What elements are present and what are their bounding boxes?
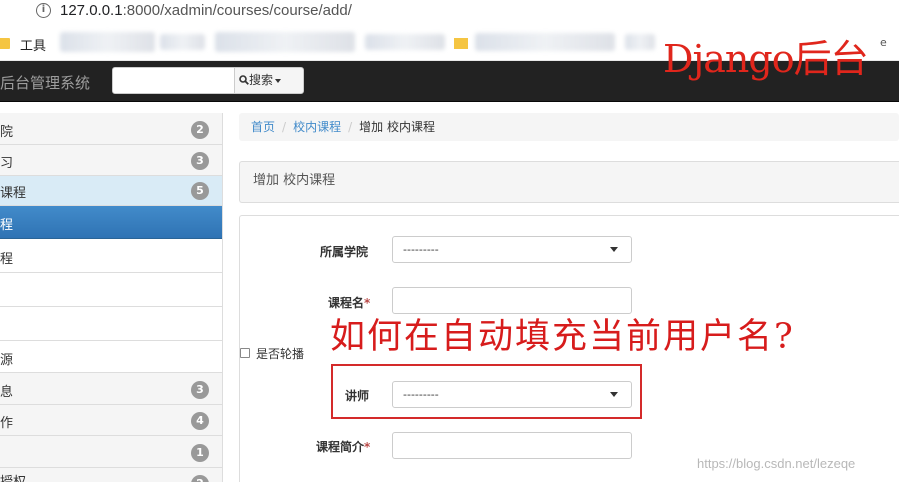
sidebar-item-course[interactable]: 程 [0, 239, 222, 273]
count-badge: 5 [191, 182, 209, 200]
search-button[interactable]: 搜索 [234, 67, 304, 94]
sidebar: 院 2 习 3 课程 5 程 程 源 息 3 作 4 1 授权 2 [0, 113, 223, 482]
count-badge: 2 [191, 475, 209, 482]
count-badge: 1 [191, 444, 209, 462]
address-bar[interactable]: i 127.0.0.1:8000/xadmin/courses/course/a… [0, 0, 899, 24]
banner-checkbox[interactable] [240, 348, 250, 358]
course-desc-label-text: 课程简介 [316, 440, 365, 454]
sidebar-item-course-selected[interactable]: 程 [0, 206, 222, 239]
breadcrumb-separator: / [348, 120, 353, 134]
blurred-bookmark [365, 34, 445, 50]
sidebar-item-blank[interactable] [0, 273, 222, 307]
blurred-bookmark [625, 34, 655, 50]
blurred-bookmark [60, 32, 155, 52]
info-icon[interactable]: i [36, 3, 51, 18]
folder-icon[interactable] [454, 38, 468, 49]
sidebar-item-label: 院 [0, 125, 14, 140]
sidebar-item-college[interactable]: 院 2 [0, 113, 222, 145]
sidebar-item-label: 源 [0, 353, 14, 368]
blurred-bookmark [215, 32, 355, 52]
url-path: :8000/xadmin/courses/course/add/ [122, 2, 352, 19]
dropdown-arrow-icon [610, 247, 618, 252]
count-badge: 4 [191, 412, 209, 430]
search-icon [239, 69, 249, 85]
blurred-bookmark [475, 33, 615, 51]
sidebar-item-label: 授权 [0, 471, 26, 482]
count-badge: 3 [191, 381, 209, 399]
count-badge: 2 [191, 121, 209, 139]
breadcrumb-current: 增加 校内课程 [359, 120, 435, 134]
sidebar-item-label: 课程 [0, 186, 27, 201]
annotation-question: 如何在自动填充当前用户名? [330, 317, 795, 357]
url-host: 127.0.0.1 [60, 2, 123, 19]
college-label: 所属学院 [320, 245, 369, 259]
bookmark-tail[interactable]: e [880, 36, 887, 49]
college-select[interactable]: --------- [392, 236, 632, 263]
brand-title[interactable]: 后台管理系统 [0, 72, 90, 93]
sidebar-item-label: 作 [0, 416, 14, 431]
college-select-value: --------- [403, 243, 439, 256]
folder-icon[interactable] [0, 38, 10, 49]
sidebar-item-courses[interactable]: 课程 5 [0, 176, 222, 206]
sidebar-item-auth[interactable]: 授权 2 [0, 468, 222, 482]
caret-down-icon [275, 78, 282, 83]
search-input[interactable] [112, 67, 235, 94]
annotation-title: Django后台 [663, 37, 869, 81]
sidebar-item-resource[interactable]: 源 [0, 341, 222, 373]
search-button-label: 搜索 [249, 73, 274, 87]
sidebar-item-label: 程 [0, 218, 14, 233]
required-mark: * [364, 440, 371, 454]
breadcrumb-home[interactable]: 首页 [251, 120, 275, 134]
sidebar-item-blank[interactable] [0, 307, 222, 341]
sidebar-item-label: 息 [0, 385, 14, 400]
count-badge: 3 [191, 152, 209, 170]
watermark: https://blog.csdn.net/lezeqe [697, 456, 856, 471]
sidebar-item-info[interactable]: 息 3 [0, 373, 222, 405]
breadcrumb: 首页 / 校内课程 / 增加 校内课程 [239, 113, 899, 141]
sidebar-item-label: 程 [0, 252, 14, 267]
highlight-box [331, 364, 642, 419]
sidebar-item-label: 习 [0, 156, 14, 171]
sidebar-item-operation[interactable]: 作 4 [0, 405, 222, 436]
page-title: 增加 校内课程 [239, 161, 899, 203]
sidebar-item-study[interactable]: 习 3 [0, 145, 222, 176]
course-desc-input[interactable] [392, 432, 632, 459]
course-desc-label: 课程简介* [316, 438, 370, 455]
breadcrumb-separator: / [282, 120, 287, 134]
breadcrumb-section[interactable]: 校内课程 [293, 120, 341, 134]
sidebar-item-unlabeled[interactable]: 1 [0, 436, 222, 468]
bookmark-tools[interactable]: 工具 [20, 35, 46, 54]
banner-checkbox-label[interactable]: 是否轮播 [256, 345, 304, 362]
url-text[interactable]: 127.0.0.1:8000/xadmin/courses/course/add… [60, 2, 352, 19]
blurred-bookmark [160, 34, 205, 50]
